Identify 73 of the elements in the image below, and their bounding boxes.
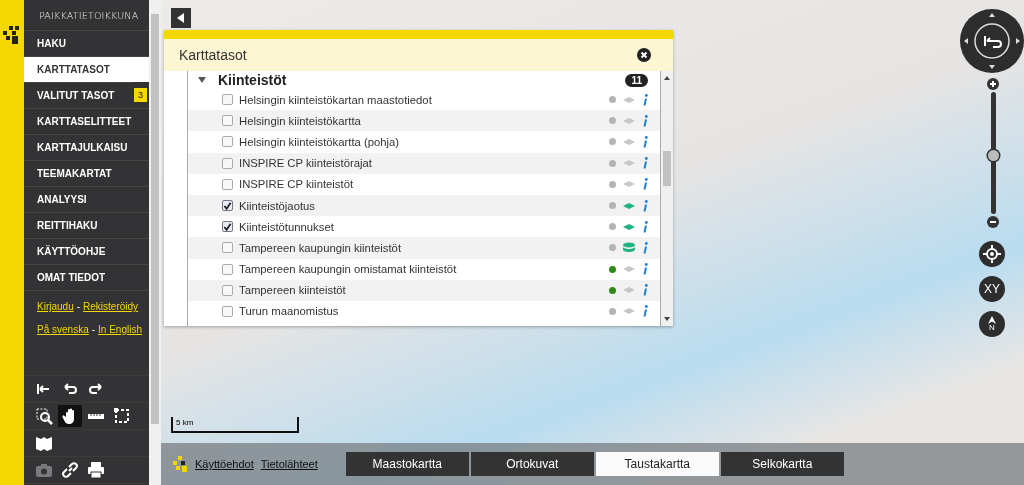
layer-name: Helsingin kiinteistökartta xyxy=(239,114,362,127)
info-icon[interactable] xyxy=(642,135,648,148)
north-button[interactable]: N xyxy=(979,311,1005,337)
link[interactable]: Kirjaudu xyxy=(37,301,74,312)
group-title: Kiinteistöt xyxy=(218,72,288,88)
link[interactable]: Käyttöehdot xyxy=(195,458,254,470)
close-icon[interactable] xyxy=(637,48,651,62)
scrollbar[interactable] xyxy=(661,71,673,326)
menu-item[interactable]: KARTTATASOT xyxy=(24,56,149,82)
logo-icon xyxy=(173,456,189,472)
caret-icon xyxy=(177,13,185,23)
logo-icon xyxy=(3,26,21,44)
slider-thumb[interactable] xyxy=(987,150,999,162)
checkbox[interactable] xyxy=(222,200,233,212)
info-icon[interactable] xyxy=(642,199,648,212)
zoom-in-icon[interactable] xyxy=(987,78,999,90)
link[interactable]: Tietolähteet xyxy=(260,458,318,470)
panel-title: Karttatasot xyxy=(179,47,247,63)
info-icon[interactable] xyxy=(642,178,648,191)
scale-label: 5 km xyxy=(176,418,194,427)
layer-name: Kiinteistötunnukset xyxy=(239,220,335,233)
checkbox[interactable] xyxy=(222,263,233,275)
checkbox[interactable] xyxy=(222,284,233,296)
checkbox[interactable] xyxy=(222,221,233,233)
link[interactable]: In English xyxy=(98,324,142,335)
info-icon[interactable] xyxy=(642,157,648,170)
layer-name: Helsingin kiinteistökartta (pohja) xyxy=(239,135,401,148)
layer-name: Kiinteistöjaotus xyxy=(239,199,316,212)
layer-name: Tampereen kaupungin kiinteistöt xyxy=(239,241,403,254)
scrollbar[interactable] xyxy=(149,0,161,485)
separator-text: - xyxy=(76,301,81,312)
expand-icon[interactable] xyxy=(198,77,206,83)
database-icon[interactable] xyxy=(622,241,636,254)
arrow-icon xyxy=(988,316,996,324)
layer-name: Helsingin kiinteistökartan maastotiedot xyxy=(239,93,433,106)
group-header[interactable]: Kiinteistöt 11 xyxy=(188,71,660,89)
map-tab[interactable]: Ortokuvat xyxy=(470,452,594,476)
info-icon[interactable] xyxy=(642,284,648,297)
pan-control-icon[interactable] xyxy=(960,9,1024,73)
map-tab[interactable]: Selkokartta xyxy=(720,452,844,476)
separator-text: - xyxy=(91,324,96,335)
count-badge: 11 xyxy=(625,73,648,87)
coordinates-button[interactable]: XY xyxy=(979,276,1005,302)
info-icon[interactable] xyxy=(642,114,648,127)
info-icon[interactable] xyxy=(642,220,648,233)
checkbox[interactable] xyxy=(222,115,233,127)
layer-name: Tampereen kiinteistöt xyxy=(239,284,347,297)
layer-name: Turun maanomistus xyxy=(239,305,340,318)
link[interactable]: På svenska xyxy=(37,324,89,335)
menu-item[interactable]: VALITUT TASOT xyxy=(24,82,134,108)
checkbox[interactable] xyxy=(222,178,233,190)
info-icon[interactable] xyxy=(642,241,648,254)
checkbox[interactable] xyxy=(222,94,233,106)
collapse-button[interactable] xyxy=(171,8,191,28)
check-icon xyxy=(223,200,232,211)
link[interactable]: Rekisteröidy xyxy=(83,301,139,312)
zoom-out-icon[interactable] xyxy=(987,216,999,228)
count-badge: 3 xyxy=(134,88,147,102)
layer-name: INSPIRE CP kiinteistörajat xyxy=(239,157,373,170)
checkbox[interactable] xyxy=(222,305,233,317)
locate-icon[interactable] xyxy=(979,241,1005,267)
checkbox[interactable] xyxy=(222,157,233,169)
info-icon[interactable] xyxy=(642,305,648,318)
info-icon[interactable] xyxy=(642,93,648,106)
map-tab[interactable]: Taustakartta xyxy=(595,452,719,476)
map-tab[interactable]: Maastokartta xyxy=(345,452,469,476)
app-title: PAIKKATIETOIKKUNA xyxy=(38,9,140,23)
layer-name: Tampereen kaupungin omistamat kiinteistöt xyxy=(239,263,458,276)
checkbox[interactable] xyxy=(222,242,233,254)
layer-name: INSPIRE CP kiinteistöt xyxy=(239,178,355,191)
check-icon xyxy=(223,221,232,232)
checkbox[interactable] xyxy=(222,136,233,148)
info-icon[interactable] xyxy=(642,263,648,276)
